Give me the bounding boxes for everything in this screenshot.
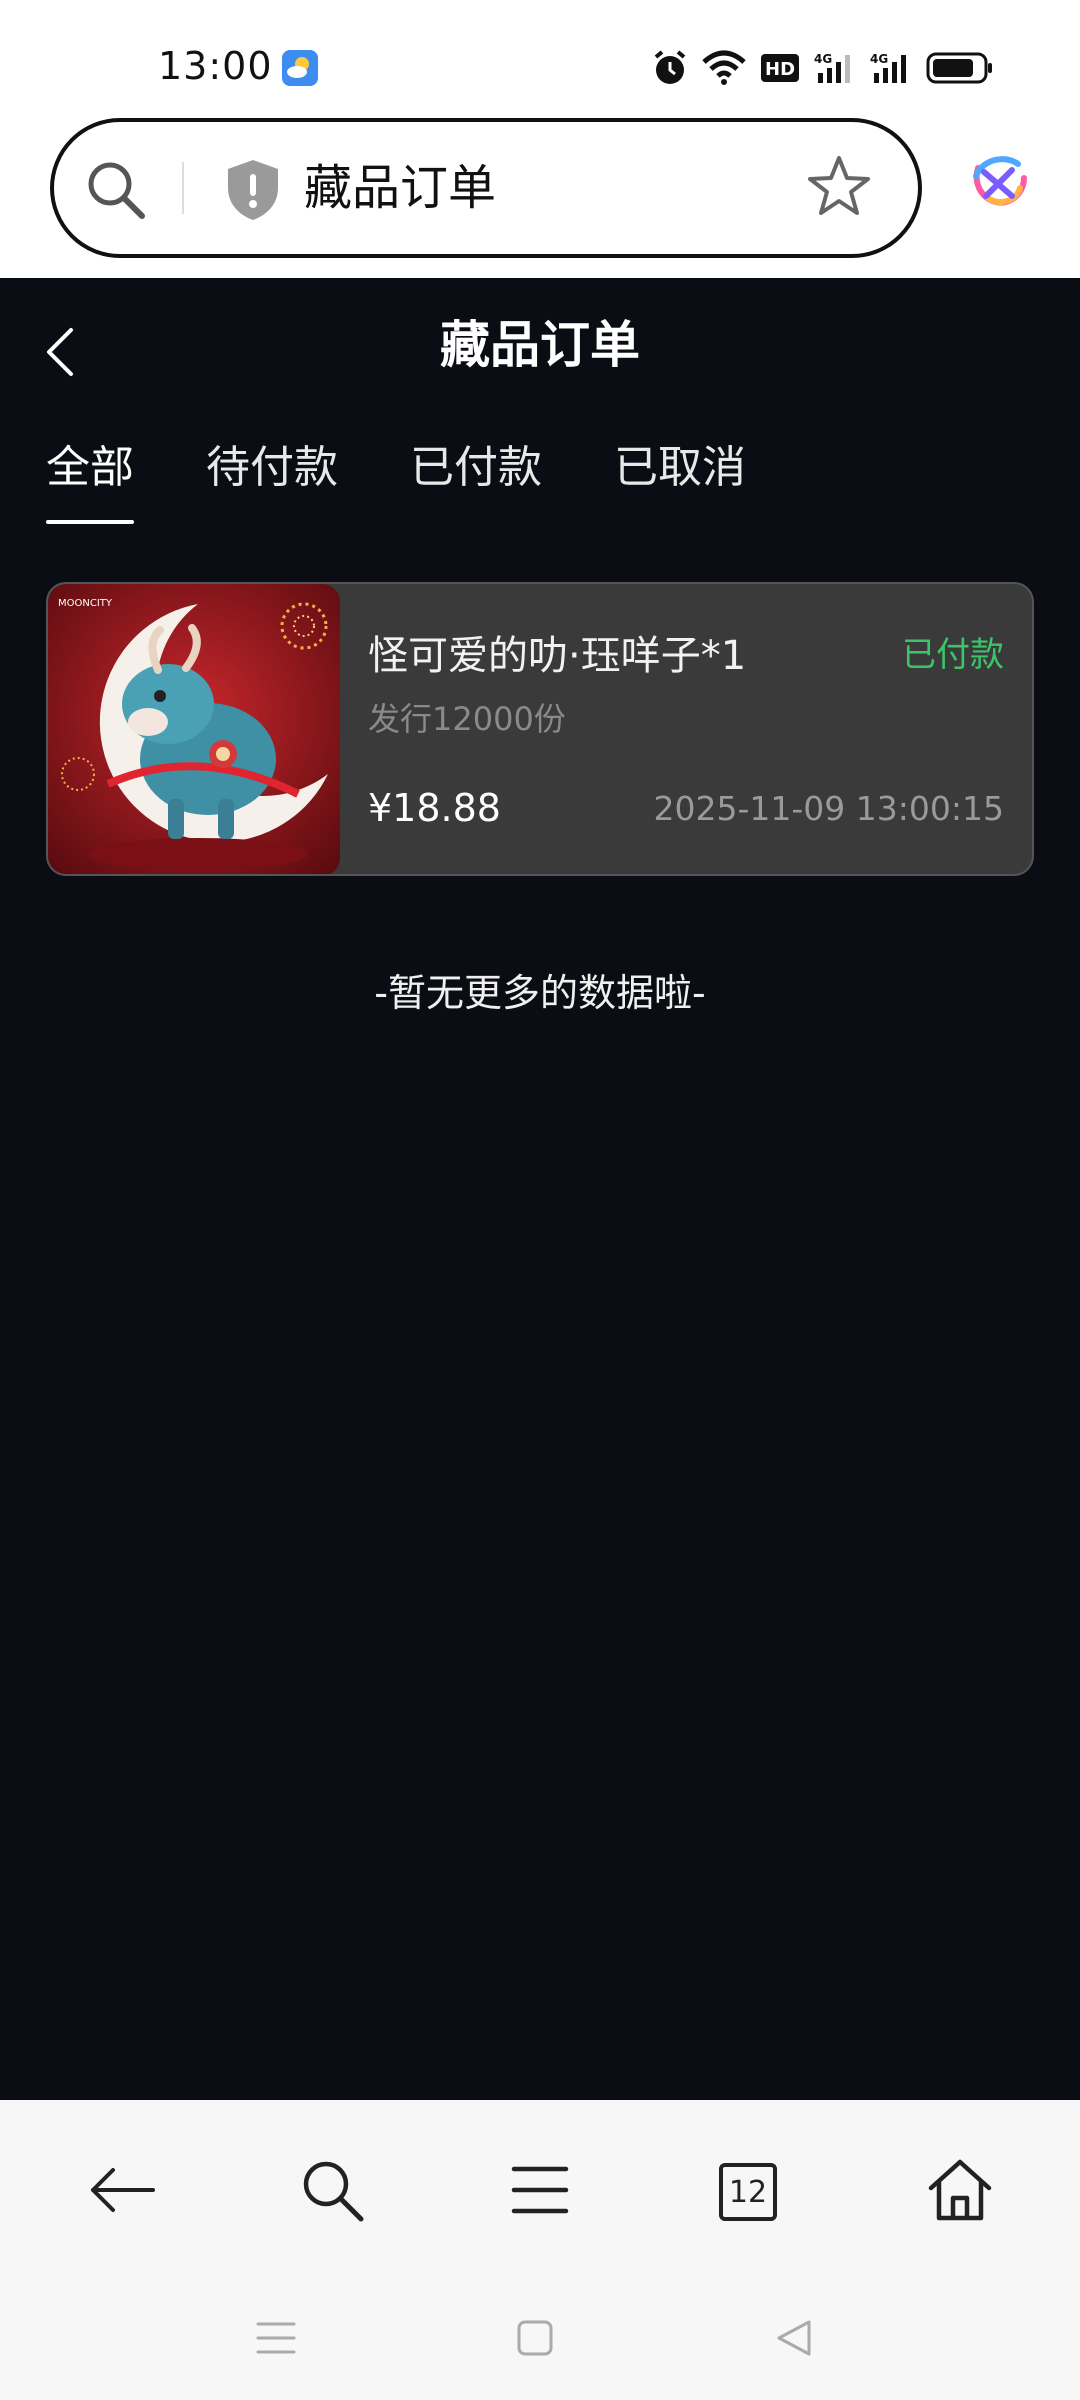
app-content: 藏品订单 全部 待付款 已付款 已取消 MOONCITY 怪可爱的叻·珏咩子*1… (0, 278, 1080, 2100)
hd-icon: HD (760, 53, 800, 83)
tab-pending-payment[interactable]: 待付款 (206, 438, 338, 528)
tab-count: 12 (728, 2174, 768, 2210)
thumbnail-brand: MOONCITY (58, 598, 113, 609)
alarm-icon (652, 49, 688, 87)
signal-4g-icon: 4G (814, 51, 856, 85)
status-icons: HD 4G 4G (652, 46, 994, 90)
tab-paid[interactable]: 已付款 (410, 438, 542, 528)
home-icon (927, 2158, 993, 2226)
status-bar: 13:00 HD 4G 4G (0, 0, 1080, 112)
star-icon[interactable] (806, 154, 872, 224)
svg-text:4G: 4G (814, 52, 832, 66)
url-divider (182, 162, 184, 214)
home-button[interactable] (920, 2152, 1000, 2232)
order-timestamp: 2025-11-09 13:00:15 (653, 789, 1004, 828)
system-navigation (0, 2270, 1080, 2400)
shield-icon[interactable] (224, 158, 282, 226)
url-field[interactable]: 藏品订单 (50, 118, 922, 258)
collectible-thumbnail: MOONCITY (48, 584, 340, 874)
menu-icon (510, 2163, 570, 2221)
wifi-icon (702, 50, 746, 86)
recent-apps-button[interactable] (246, 2310, 306, 2370)
tab-cancelled[interactable]: 已取消 (614, 438, 746, 528)
back-arrow-button[interactable] (82, 2152, 162, 2232)
order-card[interactable]: MOONCITY 怪可爱的叻·珏咩子*1 已付款 发行12000份 ¥18.88… (46, 582, 1034, 876)
triangle-back-icon (775, 2318, 813, 2362)
browser-bar: 藏品订单 (0, 112, 1080, 278)
app-logo-icon[interactable] (968, 152, 1028, 218)
back-arrow-icon (87, 2165, 157, 2219)
signal-4g-icon: 4G (870, 51, 912, 85)
square-icon (516, 2319, 554, 2361)
svg-text:4G: 4G (870, 52, 888, 66)
item-name: 怪可爱的叻·珏咩子*1 (368, 633, 747, 679)
weather-icon (282, 50, 318, 86)
order-tabs: 全部 待付款 已付款 已取消 (46, 438, 818, 528)
menu-button[interactable] (500, 2152, 580, 2232)
tab-all[interactable]: 全部 (46, 438, 134, 528)
search-button[interactable] (292, 2152, 372, 2232)
status-time: 13:00 (158, 44, 273, 88)
url-text[interactable]: 藏品订单 (304, 158, 496, 218)
tabs-icon: 12 (719, 2163, 777, 2221)
page-title: 藏品订单 (440, 316, 640, 374)
tabs-button[interactable]: 12 (708, 2152, 788, 2232)
browser-toolbar: 12 (0, 2100, 1080, 2270)
order-status-badge: 已付款 (902, 635, 1004, 675)
issue-quantity: 发行12000份 (368, 700, 566, 738)
battery-icon (926, 52, 994, 84)
search-icon (299, 2157, 365, 2227)
no-more-data-text: -暂无更多的数据啦- (374, 971, 706, 1015)
recents-icon (256, 2320, 296, 2360)
back-nav-button[interactable] (764, 2310, 824, 2370)
home-nav-button[interactable] (505, 2310, 565, 2370)
svg-text:HD: HD (765, 59, 795, 80)
item-price: ¥18.88 (368, 786, 501, 830)
search-icon[interactable] (84, 158, 148, 226)
